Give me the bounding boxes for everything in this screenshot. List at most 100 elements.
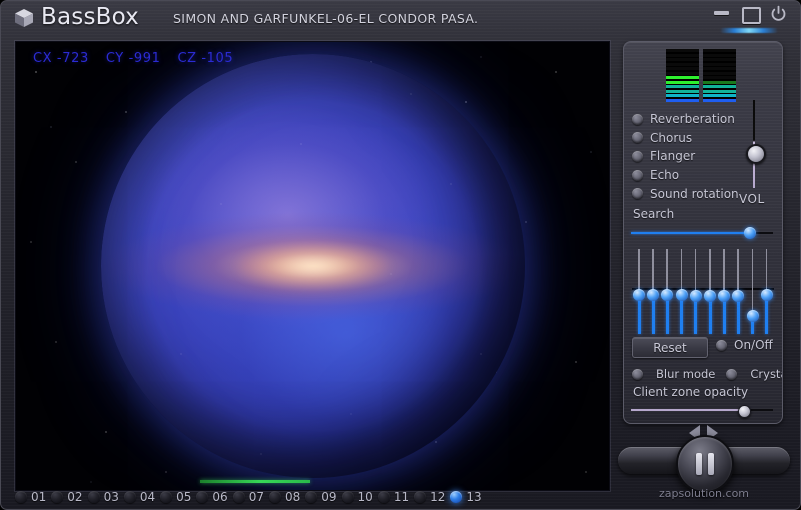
coord-cy: CY -991 <box>105 51 161 66</box>
track-number: 08 <box>284 490 301 504</box>
track-item-06[interactable]: 06 <box>196 490 228 504</box>
vu-segment-left <box>666 89 699 93</box>
playback-progress-bar[interactable] <box>16 480 609 483</box>
equalizer-band-knob[interactable] <box>661 289 674 301</box>
equalizer-band[interactable] <box>718 249 731 334</box>
vu-segment-right <box>703 62 736 66</box>
equalizer-band-knob[interactable] <box>746 310 759 322</box>
title-bar: BassBox SIMON AND GARFUNKEL-06-EL CONDOR… <box>1 1 800 35</box>
vu-segment-right <box>703 89 736 93</box>
vu-segment-left <box>666 94 699 98</box>
track-number: 11 <box>393 490 410 504</box>
effect-led-icon <box>632 113 643 125</box>
vu-segment-right <box>703 85 736 89</box>
effect-label: Reverberation <box>650 112 735 127</box>
effect-led-icon <box>632 188 643 200</box>
search-slider[interactable] <box>631 227 773 239</box>
search-label: Search <box>633 207 675 221</box>
track-number: 02 <box>67 490 83 504</box>
track-led-icon <box>15 491 27 503</box>
vu-segment-left <box>666 67 699 71</box>
blur-mode-label: Blur mode <box>656 367 716 381</box>
track-title: SIMON AND GARFUNKEL-06-EL CONDOR PASA. <box>173 11 479 26</box>
vu-segment-left <box>666 71 699 75</box>
coord-cz: CZ -105 <box>177 51 234 66</box>
vu-segment-left <box>666 85 699 89</box>
equalizer-band[interactable] <box>675 249 688 334</box>
vu-segment-right <box>703 58 736 62</box>
equalizer-band-knob[interactable] <box>760 289 773 301</box>
effect-led-icon <box>632 169 643 181</box>
track-led-icon <box>305 491 318 503</box>
coord-cx: CX -723 <box>33 51 89 66</box>
track-number: 13 <box>466 490 482 504</box>
equalizer-band-knob[interactable] <box>689 290 702 302</box>
equalizer-band[interactable] <box>689 249 702 334</box>
track-item-11[interactable]: 11 <box>377 490 410 504</box>
effect-led-icon <box>632 132 643 144</box>
effect-row-sound-rotation[interactable]: Sound rotation <box>632 184 750 203</box>
track-item-09[interactable]: 09 <box>305 490 337 504</box>
equalizer-band[interactable] <box>732 249 745 334</box>
maximize-icon[interactable] <box>742 7 761 24</box>
track-number: 12 <box>430 490 446 504</box>
effect-row-chorus[interactable]: Chorus <box>632 129 750 148</box>
planet-core-glow <box>237 243 388 289</box>
effect-row-flanger[interactable]: Flanger <box>632 147 750 166</box>
track-item-07[interactable]: 07 <box>232 490 264 504</box>
equalizer-band[interactable] <box>704 249 716 334</box>
equalizer-band-knob[interactable] <box>647 289 660 301</box>
crystal-led-icon[interactable] <box>726 368 738 380</box>
transport-controls: zapsolution.com <box>616 425 792 500</box>
equalizer-band[interactable] <box>760 249 773 334</box>
track-item-03[interactable]: 03 <box>87 490 119 504</box>
equalizer-band-knob[interactable] <box>718 290 731 302</box>
track-led-icon <box>414 491 427 503</box>
onoff-toggle[interactable]: On/Off <box>716 338 773 352</box>
volume-slider[interactable]: VOL <box>734 100 774 210</box>
effect-label: Sound rotation <box>650 186 739 201</box>
power-icon[interactable] <box>770 5 787 22</box>
vu-segment-right <box>703 71 736 75</box>
track-item-10[interactable]: 10 <box>341 490 373 504</box>
track-item-02[interactable]: 02 <box>51 490 83 504</box>
track-number: 04 <box>139 490 156 504</box>
track-number: 05 <box>176 490 192 504</box>
equalizer-band[interactable] <box>647 249 660 334</box>
planet-sphere <box>77 42 548 490</box>
effects-list: Reverberation Chorus Flanger Echo Sound rota… <box>632 110 750 203</box>
pause-icon-2 <box>708 453 714 475</box>
track-item-05[interactable]: 05 <box>160 490 191 504</box>
client-zone-viewport[interactable]: CX -723 CY -991 CZ -105 <box>15 41 610 491</box>
equalizer-band-knob[interactable] <box>675 289 688 301</box>
pause-button[interactable] <box>676 435 734 493</box>
reset-button[interactable]: Reset <box>632 337 708 358</box>
effect-row-echo[interactable]: Echo <box>632 166 750 185</box>
client-zone-opacity-slider[interactable] <box>631 405 773 418</box>
opacity-slider-knob[interactable] <box>738 405 752 418</box>
equalizer-band-knob[interactable] <box>732 290 745 302</box>
track-item-01[interactable]: 01 <box>15 490 46 504</box>
track-item-12[interactable]: 12 <box>414 490 445 504</box>
equalizer-band-knob[interactable] <box>633 289 645 301</box>
track-item-13[interactable]: 13 <box>450 490 482 504</box>
track-led-icon <box>196 491 209 503</box>
equalizer[interactable] <box>632 249 774 334</box>
effect-row-reverberation[interactable]: Reverberation <box>632 110 750 129</box>
track-led-icon <box>232 491 245 503</box>
track-item-08[interactable]: 08 <box>268 490 301 504</box>
search-slider-knob[interactable] <box>744 227 757 239</box>
vu-segment-left <box>666 58 699 62</box>
equalizer-band[interactable] <box>746 249 759 334</box>
equalizer-band[interactable] <box>661 249 674 334</box>
vu-segment-left <box>666 53 699 57</box>
vu-segment-right <box>703 94 736 98</box>
track-number: 03 <box>103 490 119 504</box>
minimize-icon[interactable] <box>714 11 729 15</box>
track-item-04[interactable]: 04 <box>123 490 156 504</box>
volume-slider-knob[interactable] <box>746 144 766 164</box>
blur-mode-led-icon[interactable] <box>632 368 643 380</box>
track-number: 01 <box>31 490 47 504</box>
equalizer-band[interactable] <box>633 249 645 334</box>
equalizer-band-knob[interactable] <box>704 290 716 302</box>
